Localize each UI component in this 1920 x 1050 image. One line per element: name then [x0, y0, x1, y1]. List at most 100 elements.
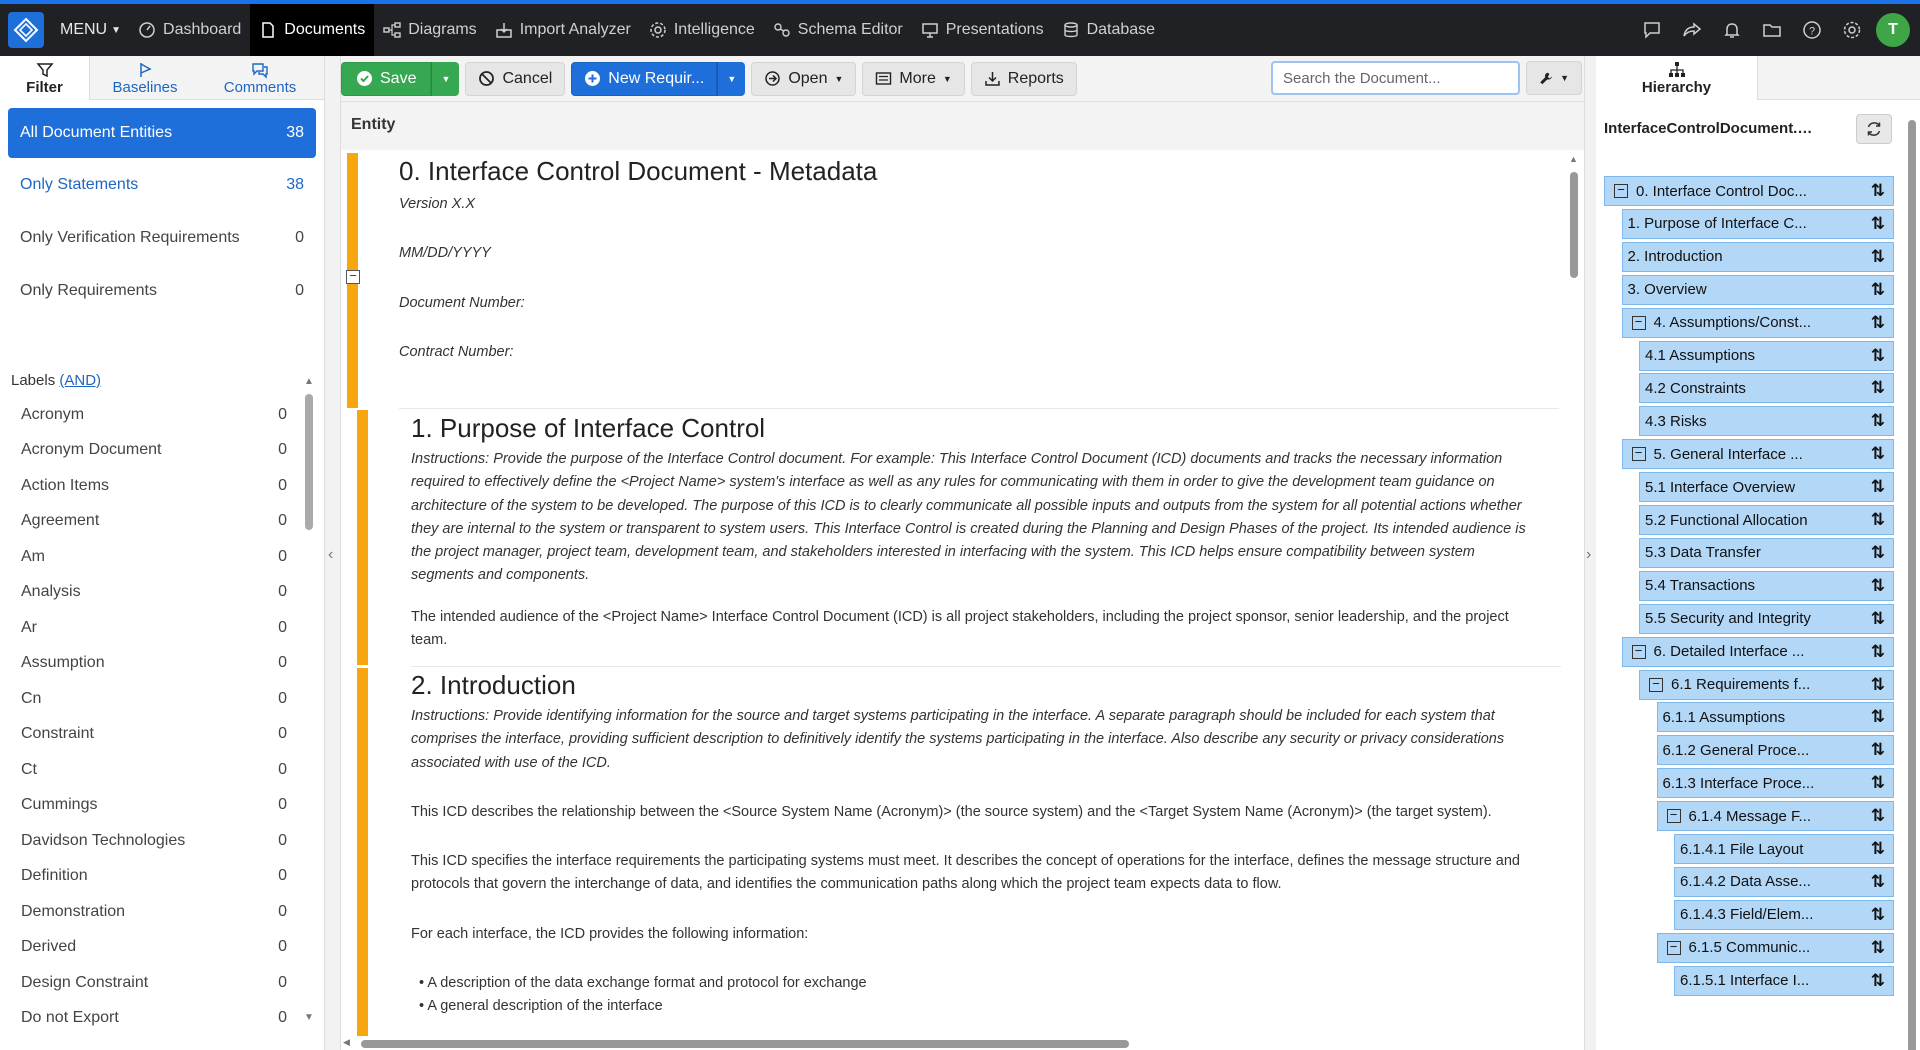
new-requirement-caret[interactable]: ▼ — [717, 61, 746, 96]
nav-database[interactable]: Database — [1053, 4, 1165, 56]
reorder-icon[interactable]: ⇅ — [1863, 280, 1893, 300]
collapse-node-icon[interactable]: − — [1631, 446, 1646, 462]
hierarchy-node[interactable]: −6.1.5 Communic... ⇅ — [1656, 932, 1894, 963]
hierarchy-scrollbar[interactable] — [1906, 100, 1918, 1050]
hierarchy-node[interactable]: 1. Purpose of Interface C... ⇅ — [1621, 208, 1894, 239]
new-requirement-button[interactable]: New Requir... — [571, 61, 718, 96]
tools-button[interactable]: ▼ — [1526, 61, 1582, 95]
refresh-hierarchy-button[interactable] — [1856, 114, 1892, 144]
app-logo-icon[interactable] — [8, 12, 44, 48]
reorder-icon[interactable]: ⇅ — [1863, 806, 1893, 826]
reorder-icon[interactable]: ⇅ — [1863, 675, 1893, 695]
share-icon[interactable] — [1672, 10, 1712, 50]
save-button[interactable]: Save — [341, 61, 432, 96]
open-button[interactable]: Open ▼ — [751, 61, 857, 96]
hierarchy-node[interactable]: 4.1 Assumptions ⇅ — [1639, 340, 1894, 371]
nav-import-analyzer[interactable]: Import Analyzer — [486, 4, 640, 56]
reorder-icon[interactable]: ⇅ — [1863, 510, 1893, 530]
collapse-node-icon[interactable]: − — [1631, 315, 1646, 330]
hierarchy-node[interactable]: 6.1.4.2 Data Asse... ⇅ — [1674, 866, 1894, 897]
tab-baselines[interactable]: Baselines — [90, 56, 200, 100]
hierarchy-node[interactable]: 6.1.2 General Proce... ⇅ — [1656, 735, 1894, 766]
label-filter-item[interactable]: Assumption 0 — [8, 646, 300, 682]
hierarchy-node[interactable]: 5.1 Interface Overview ⇅ — [1639, 472, 1894, 503]
nav-dashboard[interactable]: Dashboard — [129, 4, 250, 56]
hierarchy-node[interactable]: 6.1.4.3 Field/Elem... ⇅ — [1674, 899, 1894, 930]
collapse-node-icon[interactable]: − — [1614, 183, 1628, 198]
tab-filter[interactable]: Filter — [0, 56, 90, 100]
more-button[interactable]: More ▼ — [862, 61, 965, 96]
hierarchy-scroll-thumb[interactable] — [1908, 120, 1916, 1050]
reorder-icon[interactable]: ⇅ — [1863, 740, 1893, 760]
collapse-node-icon[interactable]: − — [1666, 808, 1681, 824]
reorder-icon[interactable]: ⇅ — [1863, 642, 1893, 662]
nav-diagrams[interactable]: Diagrams — [374, 4, 485, 56]
hierarchy-node[interactable]: −5. General Interface ... ⇅ — [1621, 439, 1894, 470]
hierarchy-node[interactable]: −0. Interface Control Doc... ⇅ — [1604, 176, 1894, 206]
cancel-button[interactable]: Cancel — [465, 61, 566, 96]
collapse-left-panel-handle[interactable]: ‹ — [325, 56, 341, 1050]
collapse-node-icon[interactable]: − — [1649, 677, 1663, 692]
nav-documents[interactable]: Documents — [250, 4, 375, 56]
labels-mode-link[interactable]: (AND) — [59, 372, 101, 389]
scroll-up-icon[interactable]: ▲ — [303, 376, 315, 388]
folder-icon[interactable] — [1752, 10, 1792, 50]
collapse-node-icon[interactable]: − — [1631, 644, 1646, 659]
hierarchy-node[interactable]: 5.3 Data Transfer ⇅ — [1639, 537, 1894, 568]
hierarchy-node[interactable]: 3. Overview ⇅ — [1621, 274, 1894, 305]
label-filter-item[interactable]: Am 0 — [8, 539, 300, 575]
filter-only-requirements[interactable]: Only Requirements 0 — [8, 265, 316, 317]
labels-scrollbar[interactable]: ▲ ▼ — [303, 376, 315, 1024]
document-hscroll-thumb[interactable] — [361, 1040, 1129, 1048]
label-filter-item[interactable]: Derived 0 — [8, 930, 300, 966]
hierarchy-node[interactable]: 6.1.5.1 Interface I... ⇅ — [1674, 965, 1894, 996]
hierarchy-node[interactable]: 2. Introduction ⇅ — [1621, 241, 1894, 272]
help-icon[interactable]: ? — [1792, 10, 1832, 50]
save-options-caret[interactable]: ▼ — [431, 61, 460, 96]
hierarchy-node[interactable]: 4.3 Risks ⇅ — [1639, 406, 1894, 437]
reports-button[interactable]: Reports — [970, 61, 1077, 96]
collapse-node-icon[interactable]: − — [1666, 940, 1681, 955]
chat-icon[interactable] — [1632, 10, 1672, 50]
collapse-section-icon[interactable]: − — [346, 269, 360, 284]
reorder-icon[interactable]: ⇅ — [1863, 905, 1893, 925]
document-search-input[interactable] — [1271, 61, 1520, 95]
reorder-icon[interactable]: ⇅ — [1863, 214, 1893, 234]
label-filter-item[interactable]: Davidson Technologies 0 — [8, 823, 300, 859]
reorder-icon[interactable]: ⇅ — [1863, 576, 1893, 596]
bell-icon[interactable] — [1712, 10, 1752, 50]
scroll-up-icon[interactable]: ▲ — [1569, 154, 1578, 164]
reorder-icon[interactable]: ⇅ — [1863, 707, 1893, 727]
hierarchy-node[interactable]: −6.1 Requirements f... ⇅ — [1639, 669, 1894, 700]
hierarchy-node[interactable]: 6.1.4.1 File Layout ⇅ — [1674, 834, 1894, 864]
hierarchy-node[interactable]: 5.5 Security and Integrity ⇅ — [1639, 603, 1894, 634]
reorder-icon[interactable]: ⇅ — [1863, 839, 1893, 859]
hierarchy-node[interactable]: −6. Detailed Interface ... ⇅ — [1621, 636, 1894, 667]
filter-all-entities[interactable]: All Document Entities 38 — [8, 108, 316, 158]
nav-schema-editor[interactable]: Schema Editor — [764, 4, 912, 56]
label-filter-item[interactable]: Agreement 0 — [8, 504, 300, 540]
scroll-left-icon[interactable]: ◀ — [343, 1037, 350, 1048]
label-filter-item[interactable]: Ct 0 — [8, 752, 300, 788]
reorder-icon[interactable]: ⇅ — [1863, 181, 1893, 201]
reorder-icon[interactable]: ⇅ — [1863, 411, 1893, 431]
reorder-icon[interactable]: ⇅ — [1863, 609, 1893, 629]
section-2-introduction[interactable]: 2. Introduction Instructions: Provide id… — [411, 668, 1531, 1019]
label-filter-item[interactable]: Acronym 0 — [8, 397, 300, 433]
label-filter-item[interactable]: Action Items 0 — [8, 468, 300, 504]
document-vertical-scrollbar[interactable]: ▲ — [1567, 152, 1581, 1032]
hierarchy-node[interactable]: 6.1.1 Assumptions ⇅ — [1656, 702, 1894, 733]
filter-only-verification-requirements[interactable]: Only Verification Requirements 0 — [8, 212, 316, 264]
label-filter-item[interactable]: Design Constraint 0 — [8, 965, 300, 1001]
hierarchy-node[interactable]: 4.2 Constraints ⇅ — [1639, 373, 1894, 404]
hierarchy-node[interactable]: 5.4 Transactions ⇅ — [1639, 570, 1894, 601]
tab-hierarchy[interactable]: Hierarchy — [1596, 56, 1758, 100]
label-filter-item[interactable]: Definition 0 — [8, 859, 300, 895]
filter-only-statements[interactable]: Only Statements 38 — [8, 159, 316, 211]
reorder-icon[interactable]: ⇅ — [1863, 938, 1893, 958]
reorder-icon[interactable]: ⇅ — [1863, 247, 1893, 267]
hierarchy-node[interactable]: −6.1.4 Message F... ⇅ — [1656, 801, 1894, 832]
reorder-icon[interactable]: ⇅ — [1863, 477, 1893, 497]
label-filter-item[interactable]: Do not Export 0 — [8, 1001, 300, 1037]
document-scroll-thumb[interactable] — [1570, 172, 1578, 278]
